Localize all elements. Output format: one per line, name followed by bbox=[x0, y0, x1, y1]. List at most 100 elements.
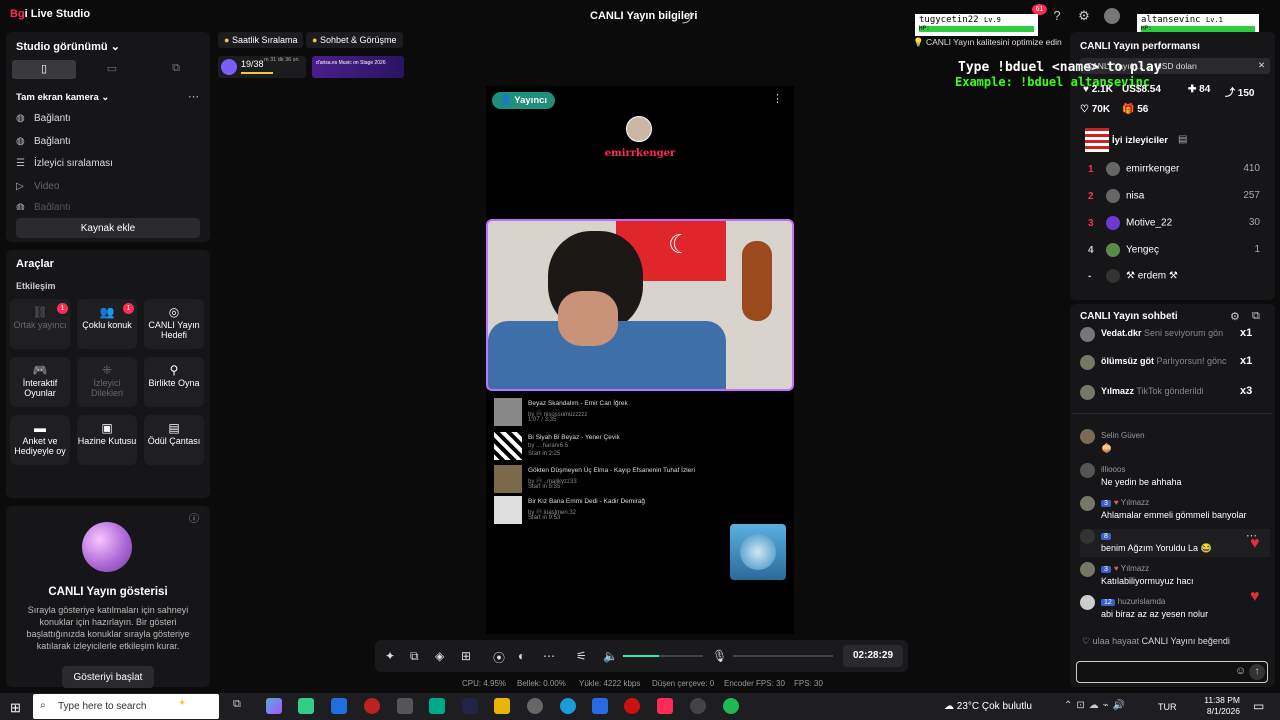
help-icon[interactable]: ? bbox=[1049, 8, 1065, 24]
quality-tip[interactable]: 💡 CANLI Yayın kalitesini optimize edin bbox=[913, 37, 1062, 48]
tiktok-icon[interactable] bbox=[657, 698, 673, 714]
more-options-icon[interactable]: ⋮ bbox=[772, 92, 783, 105]
song-item[interactable]: Gökten Düşmeyen Üç Elma - Kayıp Efsaneni… bbox=[494, 465, 784, 493]
live-goal-widget[interactable]: 19/38 m 31 dk 36 sn bbox=[218, 56, 306, 78]
task-view-icon[interactable]: ⧉ bbox=[233, 698, 249, 714]
target-icon: ◎ bbox=[168, 305, 180, 319]
notification-icon[interactable]: ▭ bbox=[1253, 699, 1264, 713]
start-show-button[interactable]: Gösteriyi başlat bbox=[62, 666, 154, 688]
app-icon[interactable] bbox=[592, 698, 608, 714]
equalizer-icon[interactable]: ⚟ bbox=[576, 649, 587, 663]
spotify-icon[interactable] bbox=[723, 698, 739, 714]
source-item[interactable]: ◍ Bağlantı bbox=[16, 113, 71, 124]
app-icon[interactable] bbox=[624, 698, 640, 714]
avatar bbox=[1080, 355, 1095, 370]
effects-icon[interactable]: ◈ bbox=[435, 649, 444, 663]
more-icon[interactable]: ⋯ bbox=[188, 90, 199, 103]
app-icon[interactable] bbox=[690, 698, 706, 714]
close-icon[interactable]: ✕ bbox=[1258, 60, 1265, 71]
song-item[interactable]: Bir Kız Bana Emmi Dedi - Kadir Demirağ by… bbox=[494, 496, 784, 524]
hourly-ranking-chip[interactable]: ● Saatlik Sıralama bbox=[218, 32, 304, 48]
chat-message[interactable]: 3 ♥ Yılmazz Katılabiliyormuyuz hacı bbox=[1080, 562, 1270, 590]
app-icon[interactable] bbox=[429, 698, 445, 714]
camera-feed: ☾ bbox=[486, 219, 794, 391]
record-icon[interactable]: ⦿ bbox=[493, 649, 505, 666]
tab-top-viewers[interactable]: İyi izleyiciler bbox=[1112, 135, 1168, 146]
avatar bbox=[1080, 429, 1095, 444]
album-thumb bbox=[494, 432, 522, 460]
store-icon[interactable] bbox=[298, 698, 314, 714]
multi-layout-button[interactable]: ⧉ bbox=[146, 60, 206, 79]
sticker-widget[interactable] bbox=[730, 524, 786, 580]
settings-icon[interactable]: ⚙ bbox=[1076, 8, 1092, 24]
tray-icons[interactable]: ⌃⊡☁⌁🔊 bbox=[1064, 700, 1129, 711]
ranking-row[interactable]: 4 Yengeç bbox=[1088, 243, 1159, 257]
landscape-layout-button[interactable]: ▭ bbox=[82, 60, 142, 79]
ranking-row[interactable]: 2 nisa bbox=[1088, 189, 1144, 203]
volume-slider[interactable] bbox=[623, 655, 703, 657]
app-icon[interactable] bbox=[527, 698, 543, 714]
add-source-button[interactable]: Kaynak ekle bbox=[16, 218, 200, 238]
weather[interactable]: ☁ 23°C Çok bulutlu bbox=[944, 701, 1032, 712]
filter-icon[interactable]: ◐ bbox=[518, 649, 525, 663]
studio-view-dropdown[interactable]: Studio görünümü ⌄ bbox=[16, 40, 120, 53]
app-icon[interactable] bbox=[397, 698, 413, 714]
clock[interactable]: 11:38 PM 8/1/2026 bbox=[1200, 695, 1240, 717]
live-show-description: Sırayla gösteriye katılmaları için sahne… bbox=[26, 605, 190, 651]
source-item[interactable]: ◍ Bağlantı bbox=[16, 202, 71, 210]
chat-message[interactable]: Selin Güven 🧅 bbox=[1080, 429, 1270, 457]
portrait-layout-button[interactable]: ▯ bbox=[12, 60, 76, 79]
viewer-requests-tool[interactable]: ⁜ İzleyici Dilekleri bbox=[77, 357, 137, 407]
treasure-box-tool[interactable]: ▣ Hazine Kutusu bbox=[77, 415, 137, 465]
app-icon[interactable] bbox=[364, 698, 380, 714]
taskbar-search[interactable]: ⌕ Type here to search ✦ bbox=[33, 694, 219, 719]
edge-icon[interactable] bbox=[560, 698, 576, 714]
promo-banner[interactable]: d'arisa.es Music on Stage 2026 bbox=[312, 56, 404, 78]
chat-message[interactable]: illiooos Ne yedin be ahhaha bbox=[1080, 463, 1270, 491]
list-icon[interactable]: ▤ bbox=[1178, 134, 1187, 145]
send-icon[interactable]: ↑ bbox=[1249, 664, 1265, 680]
source-item[interactable]: ▷ Video bbox=[16, 181, 59, 192]
live-goal-tool[interactable]: ◎ CANLI Yayın Hedefi bbox=[144, 299, 204, 349]
windows-start-icon[interactable]: ⊞ bbox=[10, 700, 21, 716]
folder-icon[interactable] bbox=[494, 698, 510, 714]
ranking-row[interactable]: - ⚒ erdem ⚒ bbox=[1088, 269, 1178, 283]
add-icon[interactable]: ⊞ bbox=[461, 649, 471, 663]
copilot-icon[interactable] bbox=[266, 698, 282, 714]
song-item[interactable]: Beyaz Skandalım - Emir Can İğrek by ⓜ nis… bbox=[494, 398, 784, 426]
stream-preview[interactable]: 👤 Yayıncı ⋮ emirrkenger ☾ Beyaz Skandalı… bbox=[486, 86, 794, 634]
chat-message[interactable]: 12 huzurislamda abi biraz az az yesen nolu… bbox=[1080, 595, 1270, 623]
speaker-icon[interactable]: 🔈 bbox=[603, 649, 618, 663]
emoji-icon[interactable]: ☺ bbox=[1235, 665, 1246, 677]
camera-group[interactable]: Tam ekran kamera ⌄ bbox=[16, 92, 109, 103]
ranking-row[interactable]: 3 Motive_22 bbox=[1088, 216, 1172, 230]
source-item[interactable]: ◍ Bağlantı bbox=[16, 136, 71, 147]
song-item[interactable]: Bi Siyah Bi Beyaz - Yener Çevik by ... ha… bbox=[494, 432, 784, 460]
share-icon[interactable]: ⤴ bbox=[682, 9, 694, 26]
app-icon[interactable] bbox=[462, 698, 478, 714]
chat-call-chip[interactable]: ● Sohbet & Görüşme bbox=[306, 32, 403, 48]
language[interactable]: TUR bbox=[1158, 702, 1177, 712]
chat-input[interactable]: ☺ ↑ bbox=[1076, 661, 1268, 683]
settings-icon[interactable]: ⚙ bbox=[1230, 310, 1240, 323]
screen-icon[interactable]: ⧉ bbox=[410, 649, 419, 664]
ranking-row[interactable]: 1 emirrkenger bbox=[1088, 162, 1179, 176]
poll-tool[interactable]: ▬ Anket ve Hediyeyle oy bbox=[10, 415, 70, 465]
chat-message[interactable]: 8 benim Ağzım Yoruldu La 😂 ⋯ bbox=[1080, 529, 1270, 557]
popout-icon[interactable]: ⧉ bbox=[1252, 310, 1260, 323]
mic-slider[interactable] bbox=[733, 655, 833, 657]
interactive-games-tool[interactable]: 🎮 İnteraktif Oyunlar bbox=[10, 357, 70, 407]
play-together-tool[interactable]: ⚲ Birlikte Oyna bbox=[144, 357, 204, 407]
duel-instruction: Type !bduel <name> to play bbox=[958, 60, 1162, 75]
chat-message[interactable]: 3 ♥ Yılmazz Ahlamalar emmeli gömmeli banyo… bbox=[1080, 496, 1270, 524]
help-icon[interactable]: ⓘ bbox=[189, 510, 199, 525]
mail-icon[interactable] bbox=[331, 698, 347, 714]
avatar[interactable] bbox=[1104, 8, 1120, 24]
more-icon[interactable]: ⋯ bbox=[543, 649, 555, 663]
reward-bag-tool[interactable]: ▤ Ödül Çantası bbox=[144, 415, 204, 465]
flag-crescent: ☾ bbox=[668, 229, 692, 259]
mic-icon[interactable]: 🎙 bbox=[712, 649, 727, 663]
source-item[interactable]: ☰ İzleyici sıralaması bbox=[16, 158, 113, 169]
magic-icon[interactable]: ✦ bbox=[385, 649, 395, 663]
song-title: Bir Kız Bana Emmi Dedi - Kadir Demirağ bbox=[528, 498, 646, 505]
